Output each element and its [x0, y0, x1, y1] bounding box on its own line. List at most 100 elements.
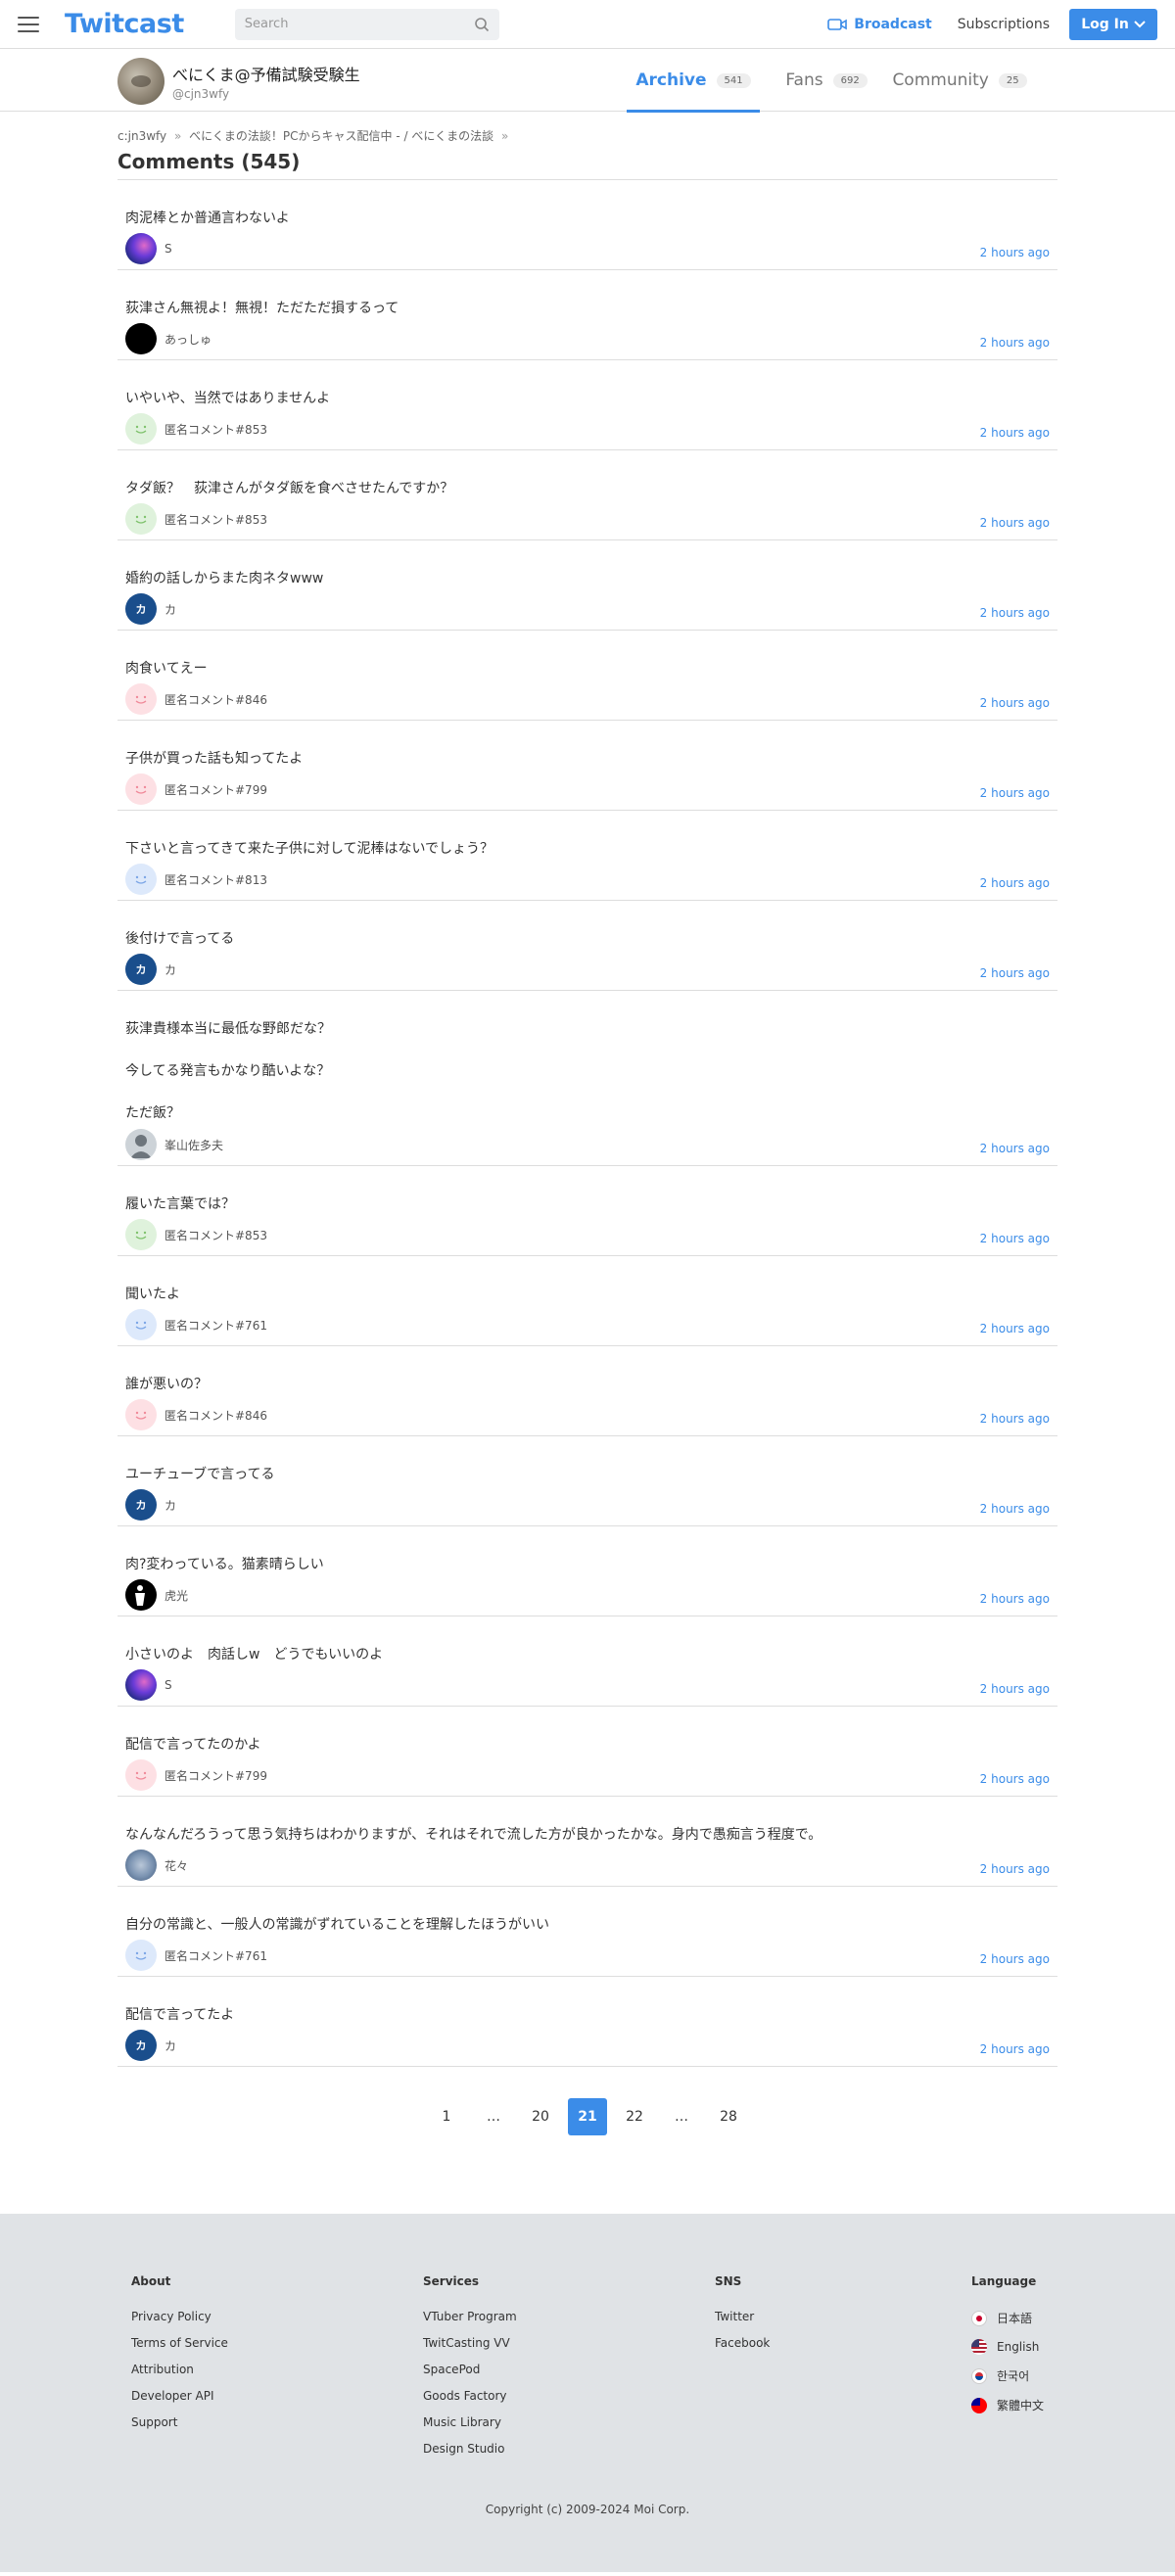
- pagination-page[interactable]: 22: [615, 2098, 654, 2135]
- comment-username[interactable]: カ: [164, 961, 176, 978]
- comment-username[interactable]: S: [164, 1678, 172, 1692]
- avatar[interactable]: [118, 58, 164, 105]
- subscriptions-link[interactable]: Subscriptions: [958, 17, 1050, 32]
- comment-time[interactable]: 2 hours ago: [980, 246, 1050, 259]
- avatar[interactable]: [125, 1309, 157, 1340]
- comment-time[interactable]: 2 hours ago: [980, 786, 1050, 800]
- footer-link[interactable]: TwitCasting VV: [423, 2336, 517, 2350]
- breadcrumb-user[interactable]: c:jn3wfy: [118, 129, 166, 143]
- footer-link[interactable]: Developer API: [131, 2389, 228, 2403]
- footer-link[interactable]: VTuber Program: [423, 2310, 517, 2323]
- comment-time[interactable]: 2 hours ago: [980, 966, 1050, 980]
- language-option[interactable]: 繁體中文: [971, 2397, 1044, 2413]
- footer-link[interactable]: Goods Factory: [423, 2389, 517, 2403]
- language-option[interactable]: 日本語: [971, 2310, 1044, 2326]
- comment-user[interactable]: 匿名コメント#813: [125, 864, 267, 895]
- search-input[interactable]: [244, 17, 474, 31]
- comment-user[interactable]: 虎光: [125, 1579, 188, 1611]
- comment-user[interactable]: 匿名コメント#799: [125, 773, 267, 805]
- comment-user[interactable]: 匿名コメント#853: [125, 1219, 267, 1250]
- avatar[interactable]: [125, 1759, 157, 1791]
- footer-link[interactable]: Music Library: [423, 2415, 517, 2429]
- avatar[interactable]: [125, 1940, 157, 1971]
- language-option[interactable]: English: [971, 2339, 1044, 2355]
- avatar[interactable]: [125, 1129, 157, 1160]
- avatar[interactable]: [125, 1399, 157, 1430]
- comment-user[interactable]: 匿名コメント#846: [125, 683, 267, 715]
- comment-time[interactable]: 2 hours ago: [980, 1502, 1050, 1516]
- comment-time[interactable]: 2 hours ago: [980, 2042, 1050, 2056]
- comment-username[interactable]: 匿名コメント#853: [164, 421, 267, 438]
- comment-username[interactable]: あっしゅ: [164, 331, 212, 348]
- avatar[interactable]: [125, 503, 157, 535]
- comment-time[interactable]: 2 hours ago: [980, 606, 1050, 620]
- comment-time[interactable]: 2 hours ago: [980, 1322, 1050, 1335]
- comment-username[interactable]: カ: [164, 2037, 176, 2054]
- comment-username[interactable]: 峯山佐多夫: [164, 1137, 223, 1153]
- broadcast-button[interactable]: Broadcast: [827, 17, 932, 32]
- footer-link[interactable]: Design Studio: [423, 2442, 517, 2456]
- footer-link[interactable]: Facebook: [715, 2336, 770, 2350]
- footer-link[interactable]: Privacy Policy: [131, 2310, 228, 2323]
- comment-user[interactable]: カカ: [125, 2030, 176, 2061]
- tab-fans[interactable]: Fans 692: [760, 49, 893, 112]
- comment-username[interactable]: 匿名コメント#846: [164, 691, 267, 708]
- comment-time[interactable]: 2 hours ago: [980, 426, 1050, 440]
- footer-link[interactable]: Attribution: [131, 2363, 228, 2376]
- comment-username[interactable]: 匿名コメント#846: [164, 1407, 267, 1424]
- avatar[interactable]: [125, 233, 157, 264]
- comment-user[interactable]: 匿名コメント#846: [125, 1399, 267, 1430]
- avatar[interactable]: カ: [125, 1489, 157, 1521]
- comment-username[interactable]: カ: [164, 1497, 176, 1514]
- avatar[interactable]: [125, 1669, 157, 1701]
- avatar[interactable]: [125, 1219, 157, 1250]
- profile-info[interactable]: べにくま@予備試験受験生 @cjn3wfy: [118, 58, 360, 105]
- comment-time[interactable]: 2 hours ago: [980, 1232, 1050, 1245]
- comment-username[interactable]: カ: [164, 601, 176, 618]
- footer-link[interactable]: Twitter: [715, 2310, 770, 2323]
- breadcrumb-movie[interactable]: べにくまの法談！PCからキャス配信中 - / べにくまの法談: [189, 129, 494, 143]
- profile-name[interactable]: べにくま@予備試験受験生: [172, 62, 360, 85]
- comment-time[interactable]: 2 hours ago: [980, 1862, 1050, 1876]
- footer-link[interactable]: SpacePod: [423, 2363, 517, 2376]
- comment-user[interactable]: カカ: [125, 1489, 176, 1521]
- pagination-page[interactable]: 21: [568, 2098, 607, 2135]
- comment-time[interactable]: 2 hours ago: [980, 696, 1050, 710]
- comment-username[interactable]: 虎光: [164, 1587, 188, 1604]
- comment-username[interactable]: 匿名コメント#853: [164, 1227, 267, 1243]
- comment-user[interactable]: あっしゅ: [125, 323, 212, 354]
- comment-username[interactable]: S: [164, 242, 172, 256]
- login-button[interactable]: Log In: [1069, 8, 1157, 40]
- pagination-page[interactable]: 1: [427, 2098, 466, 2135]
- avatar[interactable]: [125, 683, 157, 715]
- comment-user[interactable]: カカ: [125, 593, 176, 625]
- comment-username[interactable]: 匿名コメント#813: [164, 871, 267, 888]
- comment-time[interactable]: 2 hours ago: [980, 516, 1050, 530]
- comment-time[interactable]: 2 hours ago: [980, 1772, 1050, 1786]
- comment-time[interactable]: 2 hours ago: [980, 1412, 1050, 1426]
- comment-time[interactable]: 2 hours ago: [980, 1952, 1050, 1966]
- avatar[interactable]: [125, 1579, 157, 1611]
- comment-username[interactable]: 花々: [164, 1857, 188, 1874]
- comment-time[interactable]: 2 hours ago: [980, 1592, 1050, 1606]
- search-box[interactable]: [234, 8, 499, 40]
- comment-user[interactable]: 匿名コメント#799: [125, 1759, 267, 1791]
- avatar[interactable]: [125, 1850, 157, 1881]
- comment-username[interactable]: 匿名コメント#761: [164, 1947, 267, 1964]
- comment-username[interactable]: 匿名コメント#853: [164, 511, 267, 528]
- footer-link[interactable]: Terms of Service: [131, 2336, 228, 2350]
- comment-user[interactable]: 峯山佐多夫: [125, 1129, 223, 1160]
- comment-user[interactable]: 匿名コメント#761: [125, 1309, 267, 1340]
- comment-username[interactable]: 匿名コメント#799: [164, 1767, 267, 1784]
- comment-time[interactable]: 2 hours ago: [980, 1142, 1050, 1155]
- comment-time[interactable]: 2 hours ago: [980, 1682, 1050, 1696]
- avatar[interactable]: [125, 413, 157, 445]
- search-icon[interactable]: [474, 17, 490, 32]
- avatar[interactable]: カ: [125, 954, 157, 985]
- comment-user[interactable]: 匿名コメント#853: [125, 503, 267, 535]
- pagination-page[interactable]: 20: [521, 2098, 560, 2135]
- pagination-page[interactable]: 28: [709, 2098, 748, 2135]
- comment-user[interactable]: 花々: [125, 1850, 188, 1881]
- logo[interactable]: Twitcast: [65, 9, 184, 39]
- comment-user[interactable]: カカ: [125, 954, 176, 985]
